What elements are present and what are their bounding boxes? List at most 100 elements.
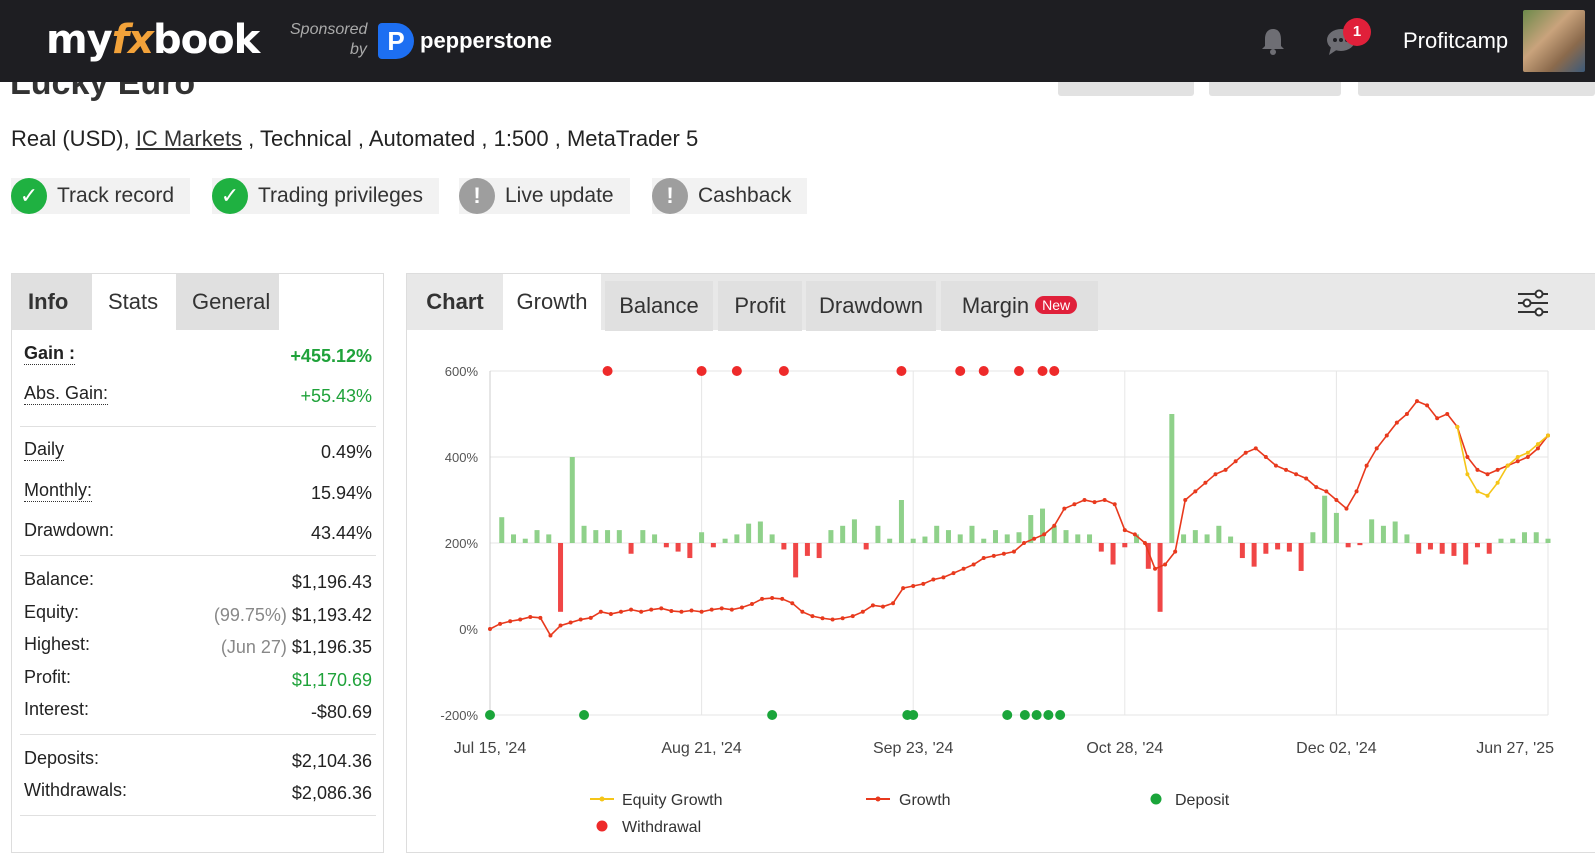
info-tabs: Info Stats General [12,274,279,330]
growth-point [810,614,815,619]
loss-bar [863,543,869,550]
chart-settings-icon[interactable] [1517,288,1549,318]
verification-cashback[interactable]: ! Cashback [652,178,808,214]
profit-bar [1004,534,1010,543]
logo-text-my: my [46,17,113,63]
growth-point [1132,532,1137,537]
stat-label[interactable]: Daily [24,439,65,461]
verification-live-update[interactable]: ! Live update [459,178,630,214]
growth-point [689,608,694,613]
legend-withdrawal-label: Withdrawal [622,819,701,836]
stat-label: Drawdown: [24,520,115,540]
growth-point [1022,541,1027,545]
growth-point [1052,523,1057,528]
equity-point [1546,433,1550,438]
stat-drawdown: Drawdown: 43.44% [24,520,372,550]
profit-bar [828,530,834,543]
growth-point [760,596,765,601]
y-axis: 600% 400% 200% 0% -200% [440,364,478,723]
growth-point [850,614,855,619]
chart-grid [489,370,1549,719]
avatar[interactable] [1523,10,1585,72]
growth-point [669,608,674,613]
profit-bar [522,538,528,543]
legend-withdrawal-swatch [596,820,608,832]
stat-balance: Balance: $1,196.43 [24,569,372,599]
growth-point [729,607,734,612]
myfxbook-logo[interactable]: myfxbook [46,14,260,66]
loss-bar [1357,543,1363,546]
tab-general[interactable]: General [176,274,279,330]
growth-point [588,615,593,620]
stat-label: Profit: [24,667,72,687]
verification-trading-privileges[interactable]: ✓ Trading privileges [212,178,439,214]
growth-line [489,400,1549,637]
profit-bar [1533,532,1539,543]
tab-drawdown[interactable]: Drawdown [806,281,936,331]
profit-bar [652,534,658,543]
profit-bar [957,534,963,543]
loss-bar [1463,543,1469,565]
profit-bar [1016,532,1022,543]
stats-panel: Info Stats General Gain : +455.12% Abs. … [11,273,384,853]
loss-bar [1439,543,1445,554]
deposit-marker [908,710,919,720]
tab-balance[interactable]: Balance [605,281,713,331]
broker-link[interactable]: IC Markets [136,126,242,151]
growth-point [941,575,946,580]
stat-label[interactable]: Abs. Gain: [24,383,109,405]
growth-point [981,556,986,561]
pepperstone-logo[interactable]: P pepperstone [378,22,552,60]
verification-track-record[interactable]: ✓ Track record [11,178,191,214]
logo-text-fx: fx [111,17,154,63]
growth-point [1284,467,1289,472]
growth-point [1032,536,1037,541]
growth-point [1495,467,1500,472]
tab-profit[interactable]: Profit [718,281,802,331]
header-action-button[interactable] [1209,82,1341,96]
profit-bar [757,521,763,543]
tab-margin[interactable]: Margin New [941,281,1098,331]
stat-label[interactable]: Monthly: [24,480,93,502]
equity-percent: (99.75%) [213,605,287,625]
stat-monthly: Monthly: 15.94% [24,480,372,510]
tab-stats[interactable]: Stats [92,274,176,330]
stat-value: 43.44% [310,523,372,543]
loss-bar [1263,543,1269,554]
growth-point [699,609,704,614]
stat-daily: Daily 0.49% [24,439,372,469]
loss-bar [1275,543,1281,550]
by-text: by [350,41,367,58]
loss-bar [1486,543,1492,554]
sponsored-text: Sponsored [290,21,368,38]
stat-label[interactable]: Gain : [24,343,76,365]
equity-point [1515,455,1520,459]
x-tick-label: Oct 28, '24 [1086,740,1163,757]
bell-icon[interactable] [1258,26,1288,56]
growth-point [1485,472,1490,477]
equity-point [1505,463,1510,468]
profit-bar [581,525,587,543]
stat-label: Balance: [24,569,95,589]
stat-label: Highest: [24,634,91,654]
profit-bar [981,538,987,543]
divider [20,815,376,816]
growth-point [1334,498,1339,502]
profit-bar [1310,532,1316,543]
loss-bar [1098,543,1104,552]
tab-growth[interactable]: Growth [503,274,601,330]
profit-bar [1192,530,1198,543]
loss-bar [628,543,634,554]
header-action-button[interactable] [1358,82,1595,96]
growth-point [931,577,936,582]
tab-info[interactable]: Info [12,274,92,330]
highest-date: (Jun 27) [220,637,287,657]
profit-bar [1545,538,1551,543]
username-link[interactable]: Profitcamp [1403,26,1508,56]
pepperstone-mark-icon: P [378,23,414,59]
withdrawal-marker [1049,366,1060,376]
tab-chart[interactable]: Chart [407,274,503,330]
header-action-button[interactable] [1058,82,1194,96]
profit-bar [1404,534,1410,543]
withdrawal-marker [602,366,613,376]
